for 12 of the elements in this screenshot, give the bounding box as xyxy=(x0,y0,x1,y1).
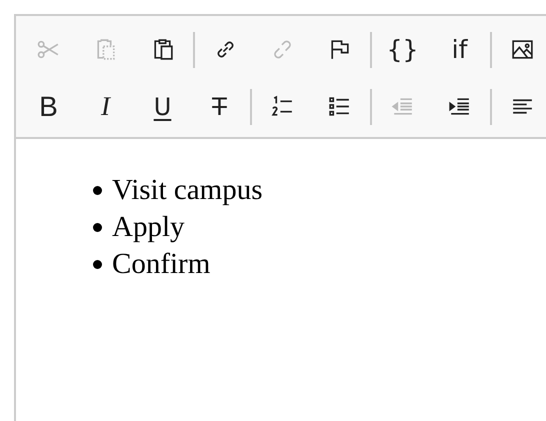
code-button[interactable]: if xyxy=(431,22,488,78)
code-button[interactable]: {} xyxy=(374,22,431,78)
underline-button[interactable]: U xyxy=(134,78,191,134)
list-item-text: Visit campus xyxy=(112,173,262,208)
list-item-text: Apply xyxy=(112,210,184,245)
bullet-icon xyxy=(93,260,102,269)
bullet-icon xyxy=(93,223,102,232)
bold-button[interactable]: B xyxy=(20,78,77,134)
strikethrough-button[interactable]: T xyxy=(191,78,248,134)
italic-button[interactable]: I xyxy=(77,78,134,134)
list-item-text: Confirm xyxy=(112,247,210,282)
bullet-icon xyxy=(93,186,102,195)
